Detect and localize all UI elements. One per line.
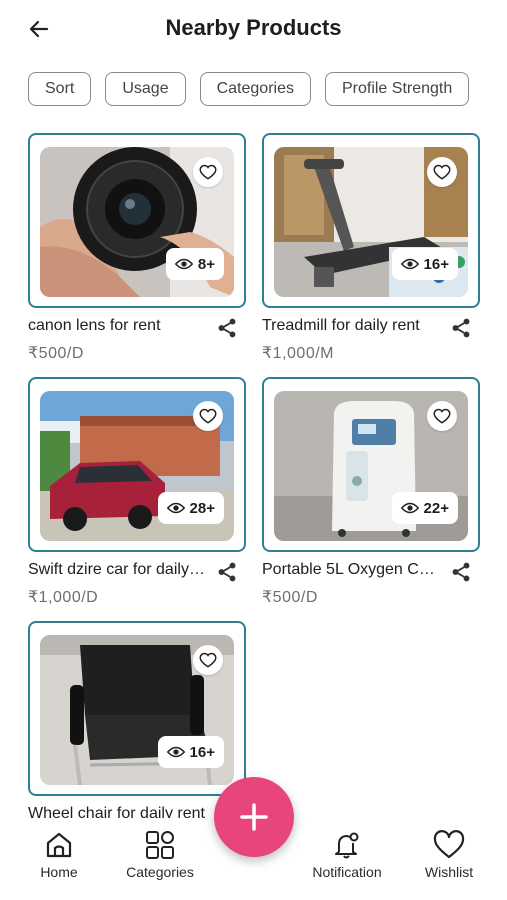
view-count: 16+ bbox=[423, 255, 449, 273]
share-icon bbox=[452, 562, 470, 582]
product-name[interactable]: Treadmill for daily rent bbox=[262, 317, 442, 335]
heart-icon bbox=[199, 652, 217, 668]
share-button[interactable] bbox=[216, 561, 240, 583]
view-count-badge: 8+ bbox=[165, 248, 224, 280]
share-button[interactable] bbox=[216, 317, 240, 339]
view-count-badge: 16+ bbox=[157, 736, 224, 768]
product-image-frame: 16+ bbox=[28, 621, 246, 796]
page-title: Nearby Products bbox=[165, 15, 342, 40]
share-icon bbox=[218, 318, 236, 338]
wishlist-heart-button[interactable] bbox=[193, 157, 223, 187]
product-image-frame: 8+ bbox=[28, 133, 246, 308]
share-icon bbox=[452, 318, 470, 338]
bell-icon bbox=[335, 832, 359, 859]
product-price: ₹500/D bbox=[28, 345, 84, 362]
nav-categories-label: Categories bbox=[126, 864, 194, 880]
nav-notification[interactable]: Notification bbox=[304, 830, 390, 880]
top-bar: Nearby Products bbox=[0, 0, 507, 60]
eye-icon bbox=[174, 258, 193, 270]
product-name[interactable]: canon lens for rent bbox=[28, 317, 208, 335]
filter-chip-usage[interactable]: Usage bbox=[105, 72, 186, 106]
nav-home-label: Home bbox=[40, 864, 78, 880]
product-image-frame: 22+ bbox=[262, 377, 480, 552]
view-count: 16+ bbox=[189, 743, 215, 761]
view-count-badge: 16+ bbox=[391, 248, 458, 280]
wishlist-heart-button[interactable] bbox=[193, 645, 223, 675]
share-button[interactable] bbox=[450, 317, 474, 339]
filter-chip-sort[interactable]: Sort bbox=[28, 72, 92, 106]
product-image-frame: 28+ bbox=[28, 377, 246, 552]
filter-chip-categories[interactable]: Categories bbox=[199, 72, 311, 106]
wishlist-heart-button[interactable] bbox=[193, 401, 223, 431]
wishlist-heart-button[interactable] bbox=[427, 157, 457, 187]
product-image-frame: 16+ bbox=[262, 133, 480, 308]
product-name[interactable]: Portable 5L Oxygen Concentrator bbox=[262, 561, 442, 579]
heart-icon bbox=[199, 164, 217, 180]
share-icon bbox=[218, 562, 236, 582]
product-price: ₹1,000/M bbox=[262, 345, 334, 362]
nav-categories[interactable]: Categories bbox=[120, 830, 200, 880]
nav-wishlist[interactable]: Wishlist bbox=[420, 830, 478, 880]
view-count: 22+ bbox=[423, 499, 449, 517]
wishlist-heart-button[interactable] bbox=[427, 401, 457, 431]
eye-icon bbox=[400, 258, 419, 270]
filter-chip-profile-strength[interactable]: Profile Strength bbox=[324, 72, 470, 106]
heart-icon bbox=[199, 408, 217, 424]
nav-notification-label: Notification bbox=[312, 864, 382, 880]
heart-icon bbox=[433, 164, 451, 180]
eye-icon bbox=[166, 746, 185, 758]
plus-icon bbox=[240, 803, 268, 831]
nav-home[interactable]: Home bbox=[36, 830, 82, 880]
product-price: ₹500/D bbox=[262, 589, 318, 606]
heart-icon bbox=[433, 408, 451, 424]
categories-grid-icon bbox=[146, 831, 174, 859]
add-product-button[interactable] bbox=[214, 777, 294, 857]
heart-icon bbox=[433, 830, 465, 859]
view-count: 8+ bbox=[197, 255, 215, 273]
view-count-badge: 22+ bbox=[391, 492, 458, 524]
eye-icon bbox=[166, 502, 185, 514]
view-count: 28+ bbox=[189, 499, 215, 517]
share-button[interactable] bbox=[450, 561, 474, 583]
filter-chips: Sort Usage Categories Profile Strength bbox=[28, 72, 480, 108]
home-icon bbox=[46, 832, 72, 858]
eye-icon bbox=[400, 502, 419, 514]
nav-wishlist-label: Wishlist bbox=[424, 864, 474, 880]
view-count-badge: 28+ bbox=[157, 492, 224, 524]
product-price: ₹1,000/D bbox=[28, 589, 99, 606]
product-name[interactable]: Swift dzire car for daily rent bbox=[28, 561, 208, 579]
